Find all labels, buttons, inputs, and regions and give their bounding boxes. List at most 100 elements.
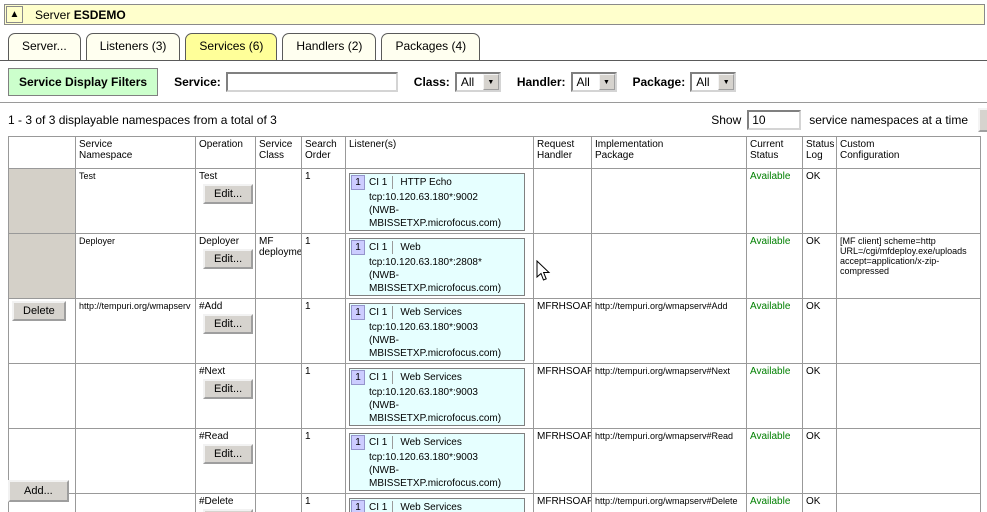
listener-name: Web Services — [393, 436, 469, 449]
listener-id: CI 1 — [367, 371, 393, 384]
listener-id: CI 1 — [367, 436, 393, 449]
column-header: Status Log — [803, 137, 837, 169]
listener-host: (NWB-MBISSETXP.microfocus.com) — [350, 334, 524, 360]
listener-host: (NWB-MBISSETXP.microfocus.com) — [350, 464, 524, 490]
custom-config-cell — [837, 429, 981, 494]
custom-config-cell — [837, 364, 981, 429]
services-admin-page: ▲ Server ESDEMO Server...Listeners (3)Se… — [0, 0, 987, 512]
listener-box: 1CI 1Web Servicestcp:10.120.63.180*:9003… — [349, 498, 525, 512]
server-name: ESDEMO — [74, 8, 126, 22]
table-row: Delete http://tempuri.org/wmapserv#Add Edi… — [9, 299, 981, 364]
package-filter-select[interactable]: All ▼ — [690, 72, 736, 92]
column-header: Service Class — [256, 137, 302, 169]
class-filter-value: All — [457, 75, 483, 89]
status-log-cell: OK — [803, 429, 837, 494]
service-namespace-cell: Test — [76, 169, 196, 234]
listener-id: CI 1 — [367, 176, 393, 189]
listener-id: CI 1 — [367, 306, 393, 319]
column-header: Custom Configuration — [837, 137, 981, 169]
edit-button[interactable]: Edit... — [203, 314, 253, 334]
listener-head: 1CI 1Web Services — [350, 304, 524, 321]
listener-host: (NWB-MBISSETXP.microfocus.com) — [350, 399, 524, 425]
service-filter-input[interactable] — [226, 72, 398, 92]
service-class-cell — [256, 429, 302, 494]
listener-name: HTTP Echo — [393, 176, 459, 189]
handler-filter-select[interactable]: All ▼ — [571, 72, 617, 92]
tab-listeners[interactable]: Listeners (3) — [86, 33, 181, 61]
row-action-cell — [9, 169, 76, 234]
listener-address: tcp:10.120.63.180*:9003 — [350, 386, 524, 399]
edit-button[interactable]: Edit... — [203, 379, 253, 399]
implementation-package-cell — [592, 169, 747, 234]
table-row: #NextEdit...11CI 1Web Servicestcp:10.120… — [9, 364, 981, 429]
listener-head: 1CI 1Web Services — [350, 434, 524, 451]
request-handler-cell: MFRHSOAP — [534, 299, 592, 364]
add-button[interactable]: Add... — [8, 480, 69, 502]
show-count-input[interactable] — [747, 110, 801, 130]
cutoff-button[interactable] — [978, 108, 987, 132]
filter-title: Service Display Filters — [8, 68, 158, 96]
class-filter-select[interactable]: All ▼ — [455, 72, 501, 92]
mouse-cursor — [536, 260, 551, 282]
column-header: Request Handler — [534, 137, 592, 169]
tab-services[interactable]: Services (6) — [185, 33, 277, 61]
edit-button[interactable]: Edit... — [203, 184, 253, 204]
edit-button[interactable]: Edit... — [203, 249, 253, 269]
custom-config-cell: [MF client] scheme=http URL=/cgi/mfdeplo… — [837, 234, 981, 299]
operation-name: #Add — [199, 301, 252, 312]
listener-box: 1CI 1Webtcp:10.120.63.180*:2808*(NWB-MBI… — [349, 238, 525, 296]
status-log-cell: OK — [803, 364, 837, 429]
listener-host: (NWB-MBISSETXP.microfocus.com) — [350, 269, 524, 295]
listener-address: tcp:10.120.63.180*:9002 — [350, 191, 524, 204]
edit-button[interactable]: Edit... — [203, 444, 253, 464]
listener-name: Web Services — [393, 501, 469, 512]
implementation-package-cell: http://tempuri.org/wmapserv#Delete — [592, 494, 747, 512]
tab-server[interactable]: Server... — [8, 33, 81, 61]
status-log-cell: OK — [803, 169, 837, 234]
service-class-cell — [256, 169, 302, 234]
service-class-cell — [256, 299, 302, 364]
handler-filter-label: Handler: — [517, 75, 566, 89]
listener-head: 1CI 1Web Services — [350, 499, 524, 512]
listener-head: 1CI 1HTTP Echo — [350, 174, 524, 191]
search-order-cell: 1 — [302, 494, 346, 512]
column-header: Service Namespace — [76, 137, 196, 169]
collapse-triangle-icon[interactable]: ▲ — [6, 6, 23, 23]
column-header — [9, 137, 76, 169]
search-order-cell: 1 — [302, 299, 346, 364]
tab-packages[interactable]: Packages (4) — [381, 33, 480, 61]
server-banner-text: Server ESDEMO — [35, 8, 126, 22]
operation-name: Deployer — [199, 236, 252, 247]
chevron-down-icon: ▼ — [718, 74, 734, 90]
column-header: Current Status — [747, 137, 803, 169]
current-status-cell: Available — [747, 169, 803, 234]
column-header: Implementation Package — [592, 137, 747, 169]
filter-bar: Service Display Filters Service: Class: … — [0, 61, 987, 103]
summary-bar: 1 - 3 of 3 displayable namespaces from a… — [0, 103, 987, 136]
show-label: Show — [711, 113, 741, 127]
tab-handlers[interactable]: Handlers (2) — [282, 33, 376, 61]
listener-id: CI 1 — [367, 501, 393, 512]
server-label: Server — [35, 8, 74, 22]
row-action-cell — [9, 234, 76, 299]
listener-box: 1CI 1Web Servicestcp:10.120.63.180*:9003… — [349, 303, 525, 361]
listener-number-badge: 1 — [351, 500, 365, 512]
listener-number-badge: 1 — [351, 370, 365, 385]
operation-cell: Deployer Edit... — [196, 234, 256, 299]
service-namespace-cell: http://tempuri.org/wmapserv — [76, 299, 196, 364]
current-status-cell: Available — [747, 364, 803, 429]
implementation-package-cell: http://tempuri.org/wmapserv#Add — [592, 299, 747, 364]
listener-name: Web Services — [393, 306, 469, 319]
listener-number-badge: 1 — [351, 435, 365, 450]
table-header-row: Service NamespaceOperationService ClassS… — [9, 137, 981, 169]
listener-number-badge: 1 — [351, 240, 365, 255]
service-namespace-cell — [76, 364, 196, 429]
listener-address: tcp:10.120.63.180*:9003 — [350, 451, 524, 464]
operation-name: Test — [199, 171, 252, 182]
row-action-cell: Delete — [9, 299, 76, 364]
services-table: Service NamespaceOperationService ClassS… — [8, 136, 981, 512]
listener-number-badge: 1 — [351, 175, 365, 190]
listener-box: 1CI 1HTTP Echotcp:10.120.63.180*:9002(NW… — [349, 173, 525, 231]
package-filter-value: All — [692, 75, 718, 89]
delete-button[interactable]: Delete — [12, 301, 66, 321]
